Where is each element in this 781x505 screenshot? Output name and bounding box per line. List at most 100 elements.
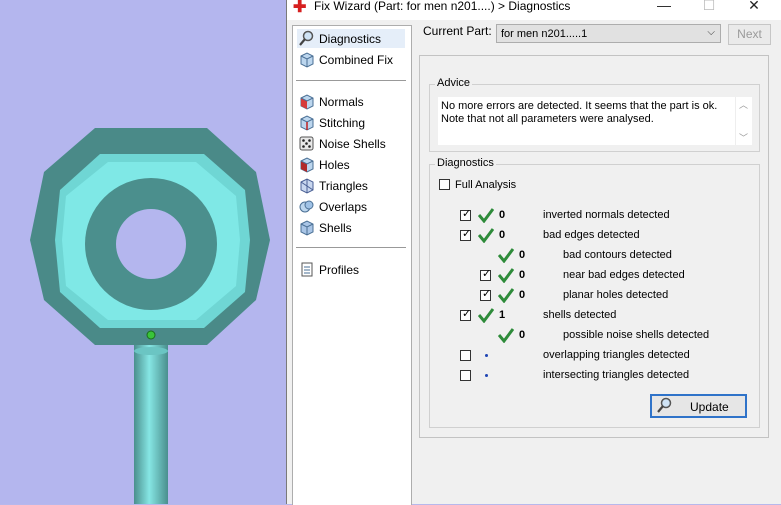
sidebar-item-label: Overlaps (319, 200, 368, 214)
advice-text: No more errors are detected. It seems th… (441, 100, 718, 125)
sidebar-item-label: Normals (319, 95, 364, 109)
diagnostics-panel: Advice No more errors are detected. It s… (419, 55, 769, 438)
diagnostic-count: 0 (499, 229, 506, 241)
sidebar-item-label: Profiles (319, 263, 360, 277)
current-part-dropdown[interactable]: for men n201.....1 ⌵ (496, 24, 721, 43)
diagnostic-label: possible noise shells detected (563, 329, 710, 341)
magnifier-icon (299, 30, 314, 46)
green-check-icon (498, 268, 514, 283)
green-check-icon (478, 228, 494, 243)
red-cross-icon: ✚ (293, 0, 307, 16)
diagnostic-label: overlapping triangles detected (543, 349, 690, 361)
sidebar-item-label: Holes (319, 158, 350, 172)
cube-stitch-icon (300, 115, 314, 131)
full-analysis-label: Full Analysis (455, 179, 517, 191)
update-button[interactable]: Update (650, 394, 747, 418)
diagnostic-count: 1 (499, 309, 506, 321)
checkmark-icon: ✓ (462, 308, 472, 320)
sidebar-item-label: Triangles (319, 179, 368, 193)
3d-viewport[interactable] (0, 0, 286, 504)
chevron-down-icon: ⌵ (707, 27, 715, 38)
fix-wizard-window: ✚ Fix Wizard (Part: for men n201....) > … (286, 0, 781, 505)
close-icon[interactable]: ✕ (739, 0, 769, 16)
diagnostic-checkbox[interactable] (460, 370, 471, 381)
model-hole (116, 209, 186, 279)
diagnostic-label: bad contours detected (563, 249, 672, 261)
sidebar-item-stitching[interactable]: Stitching (297, 113, 405, 132)
sidebar-item-label: Stitching (319, 116, 366, 130)
current-part-label: Current Part: (423, 24, 492, 38)
sidebar-item-combined-fix[interactable]: Combined Fix (297, 50, 405, 69)
sidebar-item-shells[interactable]: Shells (297, 218, 405, 237)
diagnostic-label: intersecting triangles detected (543, 369, 690, 381)
advice-textbox: No more errors are detected. It seems th… (438, 97, 752, 145)
scroll-up-icon[interactable]: ︿ (739, 98, 748, 111)
advice-legend: Advice (435, 77, 473, 89)
sidebar-item-label: Diagnostics (319, 32, 382, 46)
dice-icon (299, 136, 314, 151)
sidebar-item-overlaps[interactable]: Overlaps (297, 197, 405, 216)
full-analysis-checkbox[interactable] (439, 179, 450, 190)
sidebar-item-triangles[interactable]: Triangles (297, 176, 405, 195)
cube-hole-icon (300, 157, 314, 173)
sidebar-item-normals[interactable]: Normals (297, 92, 405, 111)
green-check-icon (498, 288, 514, 303)
diagnostic-checkbox[interactable]: ✓ (460, 308, 472, 321)
diagnostic-label: near bad edges detected (563, 269, 685, 281)
diagnostic-label: bad edges detected (543, 229, 640, 241)
diagnostic-checkbox[interactable]: ✓ (480, 288, 492, 301)
sidebar-item-noise-shells[interactable]: Noise Shells (297, 134, 405, 153)
sidebar-item-label: Combined Fix (319, 53, 394, 67)
scroll-down-icon[interactable]: ﹀ (739, 131, 748, 144)
green-check-icon (478, 208, 494, 223)
cube-icon (300, 52, 314, 68)
advice-scrollbar[interactable]: ︿ ﹀ (735, 97, 752, 145)
sidebar-item-diagnostics[interactable]: Diagnostics (297, 29, 405, 48)
update-button-label: Update (690, 400, 729, 414)
checkmark-icon: ✓ (482, 288, 492, 300)
diagnostic-count: 0 (519, 289, 526, 301)
wizard-sidebar: Diagnostics Combined Fix Normals Stitchi… (292, 25, 412, 505)
triangle-cube-icon (300, 178, 314, 194)
minimize-icon[interactable]: — (649, 0, 679, 16)
diagnostic-count: 0 (499, 209, 506, 221)
checkmark-icon: ✓ (462, 208, 472, 220)
diagnostic-count: 0 (519, 269, 526, 281)
sidebar-item-label: Shells (319, 221, 352, 235)
selection-point (146, 330, 156, 340)
checkmark-icon: ✓ (482, 268, 492, 280)
magnifier-icon (657, 397, 672, 413)
maximize-icon[interactable]: ☐ (694, 0, 724, 16)
part-model-render (30, 128, 270, 504)
diagnostic-label: planar holes detected (563, 289, 669, 301)
green-check-icon (478, 308, 494, 323)
sidebar-item-holes[interactable]: Holes (297, 155, 405, 174)
pending-dot-icon (485, 354, 488, 357)
checkmark-icon: ✓ (462, 228, 472, 240)
sidebar-item-label: Noise Shells (319, 137, 386, 151)
current-part-value: for men n201.....1 (501, 28, 588, 40)
sidebar-divider (296, 247, 406, 248)
green-check-icon (498, 328, 514, 343)
diagnostic-checkbox[interactable]: ✓ (480, 268, 492, 281)
diagnostic-count: 0 (519, 329, 526, 341)
sidebar-item-profiles[interactable]: Profiles (297, 260, 405, 279)
model-stem (134, 340, 168, 504)
diagnostic-checkbox[interactable]: ✓ (460, 228, 472, 241)
title-bar: ✚ Fix Wizard (Part: for men n201....) > … (287, 0, 781, 20)
window-title: Fix Wizard (Part: for men n201....) > Di… (314, 0, 571, 13)
diagnostic-count: 0 (519, 249, 526, 261)
diagnostic-checkbox[interactable] (460, 350, 471, 361)
diagnostic-label: shells detected (543, 309, 617, 321)
diagnostic-checkbox[interactable]: ✓ (460, 208, 472, 221)
diagnostic-label: inverted normals detected (543, 209, 670, 221)
cube-red-face-icon (300, 94, 314, 110)
diagnostics-group: Diagnostics Full Analysis ✓ 0 inverted nor… (429, 157, 760, 428)
advice-group: Advice No more errors are detected. It s… (429, 77, 760, 152)
overlap-icon (299, 200, 314, 213)
shells-icon (300, 220, 314, 236)
diagnostics-legend: Diagnostics (435, 157, 496, 169)
next-button[interactable]: Next (728, 24, 771, 45)
sidebar-divider (296, 80, 406, 81)
green-check-icon (498, 248, 514, 263)
